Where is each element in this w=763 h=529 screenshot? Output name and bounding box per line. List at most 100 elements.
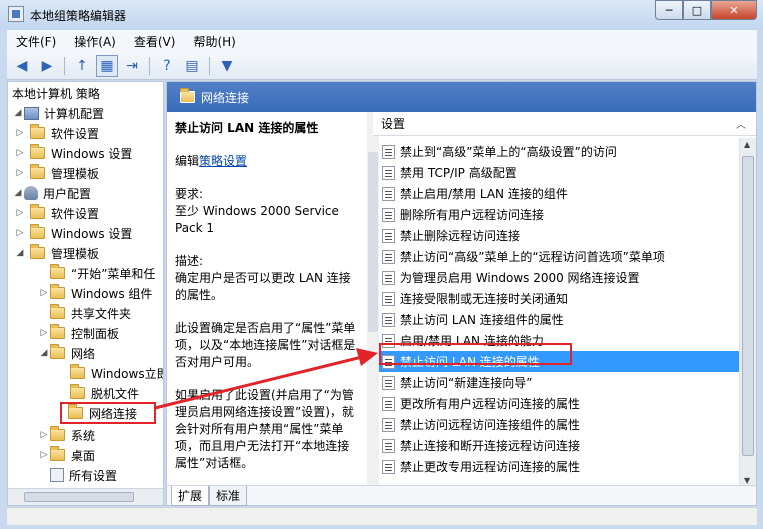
maximize-button[interactable]: □ — [683, 0, 711, 20]
collapse-arrow-icon[interactable]: ◢ — [12, 108, 24, 118]
expand-arrow-icon[interactable]: ▷ — [14, 228, 26, 238]
app-icon — [8, 6, 24, 22]
minimize-button[interactable]: ─ — [655, 0, 683, 20]
settings-icon — [50, 468, 64, 482]
tree-label: 管理模板 — [51, 166, 100, 181]
toolbar-divider — [64, 56, 65, 75]
tree-item-software-settings[interactable]: ▷ 软件设置 — [14, 203, 99, 223]
folder-icon — [70, 384, 85, 399]
expand-arrow-icon[interactable]: ▷ — [14, 128, 26, 138]
tree-root[interactable]: 本地计算机 策略 — [12, 83, 100, 103]
collapse-arrow-icon[interactable]: ◢ — [14, 248, 26, 258]
tree-item-windows-settings[interactable]: ▷ Windows 设置 — [14, 223, 132, 243]
column-header-setting[interactable]: 设置 ︿ — [373, 112, 756, 136]
policy-setting-label: 删除所有用户远程访问连接 — [400, 208, 545, 222]
policy-setting-row[interactable]: 禁止启用/禁用 LAN 连接的组件 — [379, 183, 739, 204]
policy-setting-label: 禁用 TCP/IP 高级配置 — [400, 166, 517, 180]
properties-icon[interactable]: ▤ — [181, 55, 203, 77]
policy-title: 禁止访问 LAN 连接的属性 — [175, 121, 319, 135]
list-vertical-scrollbar[interactable]: ▲ ▼ — [739, 138, 756, 487]
tree-label: 本地计算机 策略 — [12, 86, 100, 101]
toolbar-divider — [209, 56, 210, 75]
tree-item-admin-templates[interactable]: ▷ 管理模板 — [14, 163, 99, 183]
folder-icon — [30, 244, 45, 259]
tree-item-computer-config[interactable]: ◢ 计算机配置 — [12, 103, 104, 123]
policy-setting-row[interactable]: 连接受限制或无连接时关闭通知 — [379, 288, 739, 309]
tree-label: 软件设置 — [51, 206, 100, 221]
tree-item-network[interactable]: ◢ 网络 — [38, 343, 95, 363]
close-button[interactable]: ✕ — [711, 0, 757, 20]
tree-item-start-menu[interactable]: “开始”菜单和任 — [38, 263, 155, 283]
requirements: 要求: 至少 Windows 2000 Service Pack 1 — [175, 186, 361, 237]
tree-item-windows-settings[interactable]: ▷ Windows 设置 — [14, 143, 132, 163]
export-list-icon[interactable]: ⇥ — [121, 55, 143, 77]
collapse-arrow-icon[interactable]: ◢ — [12, 188, 24, 198]
tree-item-software-settings[interactable]: ▷ 软件设置 — [14, 123, 99, 143]
folder-icon — [180, 88, 195, 103]
toolbar: ◀ ▶ ↑ ▦ ⇥ ? ▤ ▼ — [7, 52, 757, 80]
tree-item-admin-templates[interactable]: ◢ 管理模板 — [14, 243, 99, 263]
policy-setting-row[interactable]: 删除所有用户远程访问连接 — [379, 204, 739, 225]
policy-setting-row[interactable]: 禁止连接和断开连接远程访问连接 — [379, 435, 739, 456]
tree-item-all-settings[interactable]: 所有设置 — [38, 465, 117, 485]
policy-setting-row[interactable]: 启用/禁用 LAN 连接的能力 — [379, 330, 739, 351]
filter-icon[interactable]: ▼ — [216, 55, 238, 77]
policy-setting-row[interactable]: 禁用 TCP/IP 高级配置 — [379, 162, 739, 183]
tree-item-windows-instant[interactable]: Windows立即 — [58, 363, 163, 383]
expand-arrow-icon[interactable]: ▷ — [14, 148, 26, 158]
tree-item-control-panel[interactable]: ▷ 控制面板 — [38, 323, 119, 343]
scroll-down-icon[interactable]: ▼ — [744, 476, 750, 485]
tree-item-offline-files[interactable]: 脱机文件 — [58, 383, 139, 403]
help-icon[interactable]: ? — [156, 55, 178, 77]
policy-setting-row[interactable]: 为管理员启用 Windows 2000 网络连接设置 — [379, 267, 739, 288]
collapse-arrow-icon[interactable]: ◢ — [38, 348, 50, 358]
tree-horizontal-scrollbar[interactable] — [8, 488, 163, 505]
tree-item-system[interactable]: ▷ 系统 — [38, 425, 95, 445]
window-controls: ─ □ ✕ — [655, 0, 757, 20]
tree-item-windows-components[interactable]: ▷ Windows 组件 — [38, 283, 152, 303]
policy-icon — [382, 417, 395, 432]
folder-icon — [50, 324, 65, 339]
policy-setting-row[interactable]: 禁止访问“新建连接向导” — [379, 372, 739, 393]
policy-setting-row[interactable]: 禁止更改专用远程访问连接的属性 — [379, 456, 739, 477]
tree-label: 所有设置 — [69, 468, 118, 483]
tree-item-desktop[interactable]: ▷ 桌面 — [38, 445, 95, 465]
policy-setting-row[interactable]: 禁止到“高级”菜单上的“高级设置”的访问 — [379, 141, 739, 162]
menu-view[interactable]: 查看(V) — [125, 33, 185, 50]
policy-setting-label: 禁止删除远程访问连接 — [400, 229, 521, 243]
menu-file[interactable]: 文件(F) — [7, 33, 65, 50]
policy-setting-label: 更改所有用户远程访问连接的属性 — [400, 397, 581, 411]
expand-arrow-icon[interactable]: ▷ — [14, 208, 26, 218]
tree-label: 控制面板 — [71, 326, 120, 341]
scroll-up-icon[interactable]: ▲ — [744, 140, 750, 149]
tab-standard[interactable]: 标准 — [209, 486, 248, 506]
back-icon[interactable]: ◀ — [11, 55, 33, 77]
scroll-thumb[interactable] — [742, 156, 754, 456]
policy-setting-row[interactable]: 禁止访问 LAN 连接的属性 — [379, 351, 739, 372]
tree-item-user-config[interactable]: ◢ 用户配置 — [12, 183, 91, 203]
policy-setting-row[interactable]: 更改所有用户远程访问连接的属性 — [379, 393, 739, 414]
up-folder-icon[interactable]: ↑ — [71, 55, 93, 77]
tree-item-shared-folders[interactable]: 共享文件夹 — [38, 303, 131, 323]
description-paragraph: 如果启用了此设置(并启用了“为管理员启用网络连接设置”设置)，就会针对所有用户禁… — [175, 388, 354, 470]
expand-arrow-icon[interactable]: ▷ — [38, 450, 50, 460]
policy-setting-row[interactable]: 禁止访问“高级”菜单上的“远程访问首选项”菜单项 — [379, 246, 739, 267]
forward-icon[interactable]: ▶ — [36, 55, 58, 77]
expand-arrow-icon[interactable]: ▷ — [14, 168, 26, 178]
menu-help[interactable]: 帮助(H) — [184, 33, 244, 50]
expand-arrow-icon[interactable]: ▷ — [38, 288, 50, 298]
policy-settings-link[interactable]: 策略设置 — [199, 154, 247, 168]
scroll-thumb[interactable] — [24, 492, 134, 502]
policy-setting-row[interactable]: 禁止访问 LAN 连接组件的属性 — [379, 309, 739, 330]
show-hide-tree-icon[interactable]: ▦ — [96, 54, 118, 77]
policy-icon — [382, 144, 395, 159]
expand-arrow-icon[interactable]: ▷ — [38, 430, 50, 440]
policy-setting-row[interactable]: 禁止访问远程访问连接组件的属性 — [379, 414, 739, 435]
menu-action[interactable]: 操作(A) — [65, 33, 125, 50]
expand-arrow-icon[interactable]: ▷ — [38, 328, 50, 338]
policy-setting-row[interactable]: 禁止删除远程访问连接 — [379, 225, 739, 246]
folder-icon — [30, 144, 45, 159]
tree-item-network-connections[interactable]: 网络连接 — [60, 402, 156, 424]
tree-label: 网络 — [71, 346, 96, 361]
tab-extended[interactable]: 扩展 — [171, 486, 210, 506]
